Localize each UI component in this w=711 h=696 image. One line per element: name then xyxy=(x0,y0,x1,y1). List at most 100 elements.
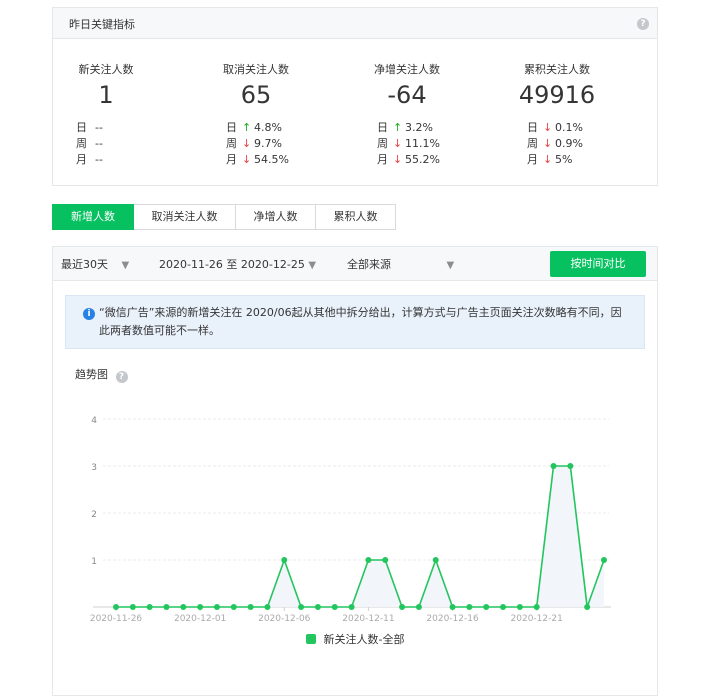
legend-swatch xyxy=(306,634,316,644)
x-tick-label: 2020-12-21 xyxy=(511,614,563,622)
comparison-label: 日 xyxy=(226,121,237,134)
help-icon[interactable]: ? xyxy=(115,371,128,383)
chevron-down-icon: ▼ xyxy=(308,260,317,271)
data-point xyxy=(382,557,389,563)
comparison-label: 月 xyxy=(226,153,237,166)
comparison-value: -- xyxy=(95,121,103,134)
data-point xyxy=(281,557,288,563)
filter-bar: 最近30天 ▼ 2020-11-26 至 2020-12-25 ▼ 全部来源 ▼… xyxy=(53,247,657,281)
period-value: 最近30天 xyxy=(61,258,108,271)
x-tick-label: 2020-12-16 xyxy=(426,614,479,622)
data-point xyxy=(180,604,187,610)
arrow-down-icon: ↓ xyxy=(393,137,403,150)
metric-label: 净增关注人数 xyxy=(374,63,440,76)
comparison-value: 4.8% xyxy=(254,121,282,134)
key-metrics-title: 昨日关键指标 xyxy=(69,18,135,31)
comparison-label: 日 xyxy=(377,121,388,134)
data-point xyxy=(432,557,439,563)
comparison-label: 周 xyxy=(226,137,237,150)
comparison-value: 54.5% xyxy=(254,153,289,166)
data-point xyxy=(247,604,254,610)
x-tick-label: 2020-12-11 xyxy=(342,614,394,622)
arrow-down-icon: ↓ xyxy=(393,153,403,166)
data-point xyxy=(129,604,136,610)
comparison-value: 9.7% xyxy=(254,137,282,150)
help-icon[interactable]: ? xyxy=(637,18,649,30)
chevron-down-icon: ▼ xyxy=(446,260,455,271)
data-point xyxy=(399,604,406,610)
data-point xyxy=(298,604,305,610)
y-tick-label: 2 xyxy=(91,510,97,520)
arrow-down-icon: ↓ xyxy=(242,153,252,166)
data-point xyxy=(500,604,507,610)
data-point xyxy=(601,557,607,563)
comparison-label: 日 xyxy=(527,121,538,134)
data-point xyxy=(197,604,204,610)
series-line xyxy=(116,465,605,608)
arrow-down-icon: ↓ xyxy=(242,137,252,150)
comparison-label: 月 xyxy=(527,153,538,166)
source-select[interactable]: 全部来源 ▼ xyxy=(347,256,454,272)
chart-legend[interactable]: 新关注人数-全部 xyxy=(306,631,404,647)
data-point xyxy=(516,604,523,610)
metric-label: 累积关注人数 xyxy=(524,63,590,76)
period-select[interactable]: 最近30天 ▼ xyxy=(61,256,129,272)
key-metrics-header: 昨日关键指标 ? xyxy=(53,8,657,39)
notice-banner: i “微信广告”来源的新增关注在 2020/06起从其他中拆分给出，计算方式与广… xyxy=(65,295,645,349)
comparison-value: 0.9% xyxy=(555,137,583,150)
data-point xyxy=(314,604,321,610)
metric-tabs: 新增人数 取消关注人数 净增人数 累积人数 xyxy=(52,204,396,230)
comparison-label: 周 xyxy=(76,137,87,150)
comparison-label: 周 xyxy=(377,137,388,150)
y-tick-label: 1 xyxy=(91,557,97,567)
data-point xyxy=(146,604,153,610)
notice-text: “微信广告”来源的新增关注在 2020/06起从其他中拆分给出，计算方式与广告主… xyxy=(99,306,622,337)
data-point xyxy=(365,557,372,563)
trend-title-text: 趋势图 xyxy=(75,368,108,381)
metric-comparison-row: 周 ↓ 9.7% xyxy=(226,136,282,152)
data-point xyxy=(483,604,490,610)
data-point xyxy=(533,604,540,610)
data-point xyxy=(348,604,355,610)
x-tick-label: 2020-12-01 xyxy=(174,614,226,622)
data-point xyxy=(415,604,422,610)
metric-comparison-row: 周 -- xyxy=(76,136,103,152)
metric-value: 1 xyxy=(98,81,114,109)
tab-net-growth[interactable]: 净增人数 xyxy=(236,204,316,230)
metric-comparison-row: 日 -- xyxy=(76,120,103,136)
tab-new-followers[interactable]: 新增人数 xyxy=(52,204,134,230)
comparison-label: 日 xyxy=(76,121,87,134)
data-point xyxy=(230,604,237,610)
comparison-value: 0.1% xyxy=(555,121,583,134)
trend-chart: 1 2 3 4 2020-11-26 2020-12-01 2020-12-06 2020-1… xyxy=(90,416,611,622)
legend-label: 新关注人数-全部 xyxy=(323,633,405,646)
comparison-value: -- xyxy=(95,137,103,150)
metric-value: 49916 xyxy=(518,81,596,109)
metric-comparison-row: 月 ↓ 54.5% xyxy=(226,152,289,168)
x-tick-label: 2020-11-26 xyxy=(90,614,143,622)
arrow-up-icon: ↑ xyxy=(393,121,403,134)
metric-comparison-row: 日 ↑ 4.8% xyxy=(226,120,282,136)
comparison-value: 11.1% xyxy=(405,137,440,150)
metric-comparison-row: 日 ↓ 0.1% xyxy=(527,120,583,136)
metric-value: -64 xyxy=(387,81,427,109)
tab-cumulative[interactable]: 累积人数 xyxy=(316,204,396,230)
data-point xyxy=(113,604,119,610)
comparison-label: 周 xyxy=(527,137,538,150)
info-icon: i xyxy=(83,308,95,320)
metric-label: 新关注人数 xyxy=(78,63,134,76)
metric-comparison-row: 周 ↓ 0.9% xyxy=(527,136,583,152)
arrow-down-icon: ↓ xyxy=(543,121,553,134)
date-range-select[interactable]: 2020-11-26 至 2020-12-25 ▼ xyxy=(159,256,316,272)
data-point xyxy=(331,604,338,610)
arrow-up-icon: ↑ xyxy=(242,121,252,134)
x-tick-label: 2020-12-06 xyxy=(258,614,311,622)
metric-comparison-row: 日 ↑ 3.2% xyxy=(377,120,433,136)
data-point xyxy=(449,604,456,610)
arrow-down-icon: ↓ xyxy=(543,137,553,150)
tab-unfollows[interactable]: 取消关注人数 xyxy=(134,204,236,230)
compare-by-time-button[interactable]: 按时间对比 xyxy=(550,251,646,277)
metric-comparison-row: 月 ↓ 5% xyxy=(527,152,572,168)
comparison-value: 5% xyxy=(555,153,573,166)
comparison-label: 月 xyxy=(76,153,87,166)
